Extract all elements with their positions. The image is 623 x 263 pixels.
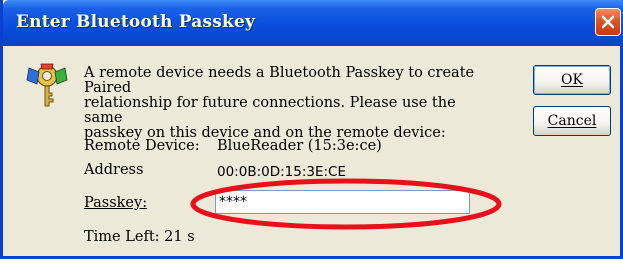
passkey-label-text: Passkey: [84, 195, 148, 211]
bluetooth-key-icon [26, 63, 68, 107]
passkey-input[interactable] [215, 190, 470, 214]
ok-button-label: OK [561, 72, 583, 88]
passkey-dialog: Enter Bluetooth Passkey A remote device … [0, 0, 623, 259]
time-left-label: Time Left: 21 s [84, 229, 195, 245]
dialog-title: Enter Bluetooth Passkey [16, 12, 256, 32]
remote-device-value: BlueReader (15:3e:ce) [217, 138, 382, 154]
message-line: A remote device needs a Bluetooth Passke… [84, 65, 475, 96]
cancel-button[interactable]: Cancel [533, 106, 611, 136]
address-label: Address [84, 162, 144, 178]
cancel-button-label: Cancel [547, 113, 597, 129]
passkey-label: Passkey: [84, 195, 147, 211]
close-icon [601, 15, 615, 29]
title-bar[interactable]: Enter Bluetooth Passkey [3, 0, 623, 46]
close-button[interactable] [595, 8, 621, 36]
remote-device-label: Remote Device: [84, 138, 200, 154]
address-value: 00:0B:0D:15:3E:CE [217, 164, 347, 180]
message-line: relationship for future connections. Ple… [84, 95, 456, 126]
instruction-message: A remote device needs a Bluetooth Passke… [84, 66, 494, 141]
ok-button[interactable]: OK [533, 65, 611, 95]
